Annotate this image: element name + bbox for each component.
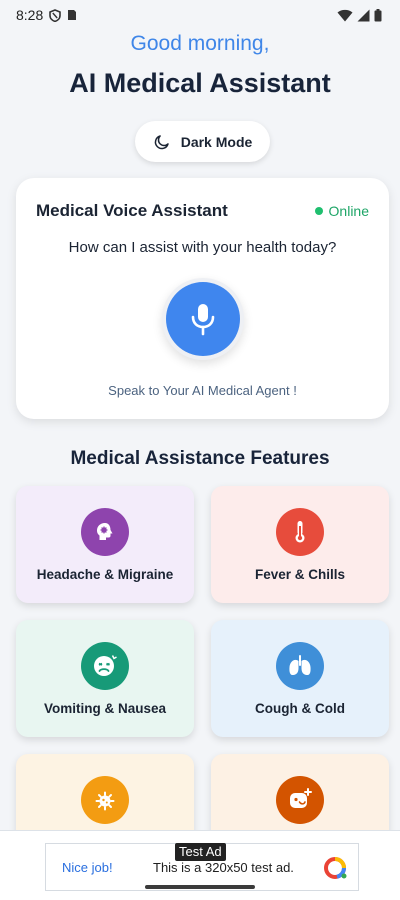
features-title: Medical Assistance Features <box>70 448 330 469</box>
online-dot-icon <box>314 207 323 215</box>
status-right <box>337 8 382 22</box>
feature-icon-circle <box>276 642 324 690</box>
feature-card-vomiting[interactable]: Vomiting & Nausea <box>16 620 194 737</box>
status-time: 8:28 <box>16 7 44 23</box>
lungs-icon <box>289 655 311 676</box>
feature-card-cough[interactable]: Cough & Cold <box>211 620 389 737</box>
feature-icon-circle <box>276 776 324 824</box>
nauseous-face-icon <box>94 655 117 676</box>
moon-icon <box>154 134 169 149</box>
feature-label: Cough & Cold <box>255 701 345 716</box>
thermometer-icon <box>295 521 305 543</box>
feature-label: Fever & Chills <box>254 567 346 582</box>
mic-button-halo <box>162 278 244 360</box>
shield-status-icon <box>49 8 62 22</box>
virus-icon <box>95 791 115 811</box>
microphone-button[interactable] <box>166 282 240 356</box>
home-indicator[interactable] <box>145 885 255 889</box>
feature-icon-circle <box>81 776 129 824</box>
feature-card-fever[interactable]: Fever & Chills <box>211 486 389 603</box>
test-ad-tag: Test Ad <box>175 843 226 861</box>
voice-card-title: Medical Voice Assistant <box>36 201 228 220</box>
online-status: Online <box>314 203 369 219</box>
status-left: 8:28 <box>16 7 77 23</box>
online-status-label: Online <box>328 203 369 219</box>
feature-label: Headache & Migraine <box>36 567 174 582</box>
ad-banner: Nice job! This is a 320x50 test ad. <box>0 830 400 900</box>
feature-icon-circle <box>81 508 129 556</box>
brain-icon <box>97 523 113 540</box>
feature-icon-circle <box>81 642 129 690</box>
sim-card-icon <box>68 10 77 20</box>
ad-logo-icon <box>324 857 347 879</box>
feature-label: Vomiting & Nausea <box>43 701 167 716</box>
wifi-icon <box>337 9 353 21</box>
microphone-icon <box>191 304 215 336</box>
voice-question: How can I assist with your health today? <box>68 239 337 256</box>
feature-card-headache[interactable]: Headache & Migraine <box>16 486 194 603</box>
voice-hint: Speak to Your AI Medical Agent ! <box>108 383 297 398</box>
app-title: AI Medical Assistant <box>69 68 331 98</box>
greeting: Good morning, <box>130 32 270 55</box>
battery-icon <box>374 8 382 21</box>
feature-icon-circle <box>276 508 324 556</box>
status-bar: 8:28 <box>0 0 400 30</box>
ad-text: This is a 320x50 test ad. <box>153 860 294 875</box>
dark-mode-button[interactable]: Dark Mode <box>135 121 270 162</box>
ad-nice-text: Nice job! <box>62 860 113 875</box>
dark-mode-label: Dark Mode <box>180 133 253 150</box>
voice-assistant-card: Medical Voice Assistant Online How can I… <box>16 178 389 419</box>
signal-icon <box>357 9 370 21</box>
face-icon <box>290 788 312 808</box>
